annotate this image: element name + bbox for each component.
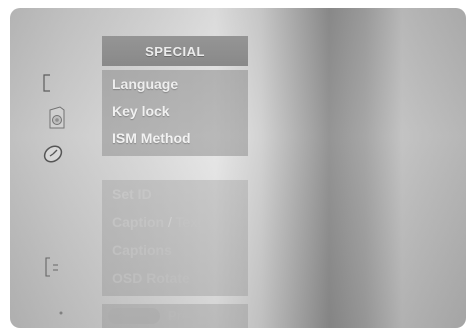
menu-item-caption-text[interactable]: Caption / Text bbox=[112, 214, 201, 230]
menu-group-primary: Language Key lock ISM Method bbox=[102, 70, 248, 156]
text-label: Text bbox=[175, 214, 202, 230]
menu-item-ism-method[interactable]: ISM Method bbox=[112, 130, 191, 146]
special-menu-panel: SPECIAL Language Key lock ISM Method Set… bbox=[102, 36, 248, 296]
footer-label: Pre bbox=[168, 308, 189, 323]
time-icon[interactable] bbox=[41, 142, 65, 166]
caption-separator: / bbox=[164, 214, 176, 230]
picture-icon[interactable] bbox=[42, 74, 52, 92]
sound-icon[interactable] bbox=[48, 106, 66, 130]
footer-hint-bar: Pre bbox=[102, 304, 248, 328]
menu-title: SPECIAL bbox=[102, 36, 248, 66]
menu-group-secondary: Set ID Caption / Text Captions OSD Rotat… bbox=[102, 180, 248, 296]
menu-item-captions[interactable]: Captions bbox=[112, 242, 172, 258]
screen-icon[interactable] bbox=[44, 256, 60, 278]
bullet-icon bbox=[59, 311, 63, 315]
menu-item-osd-rotate[interactable]: OSD Rotate bbox=[112, 270, 190, 286]
footer-button-pill[interactable] bbox=[108, 308, 160, 324]
caption-label: Caption bbox=[112, 214, 165, 230]
menu-item-key-lock[interactable]: Key lock bbox=[112, 103, 170, 119]
menu-item-language[interactable]: Language bbox=[112, 76, 178, 92]
menu-icon-column bbox=[40, 70, 80, 320]
menu-item-set-id[interactable]: Set ID bbox=[112, 186, 152, 202]
tv-screen: SPECIAL Language Key lock ISM Method Set… bbox=[10, 8, 466, 328]
